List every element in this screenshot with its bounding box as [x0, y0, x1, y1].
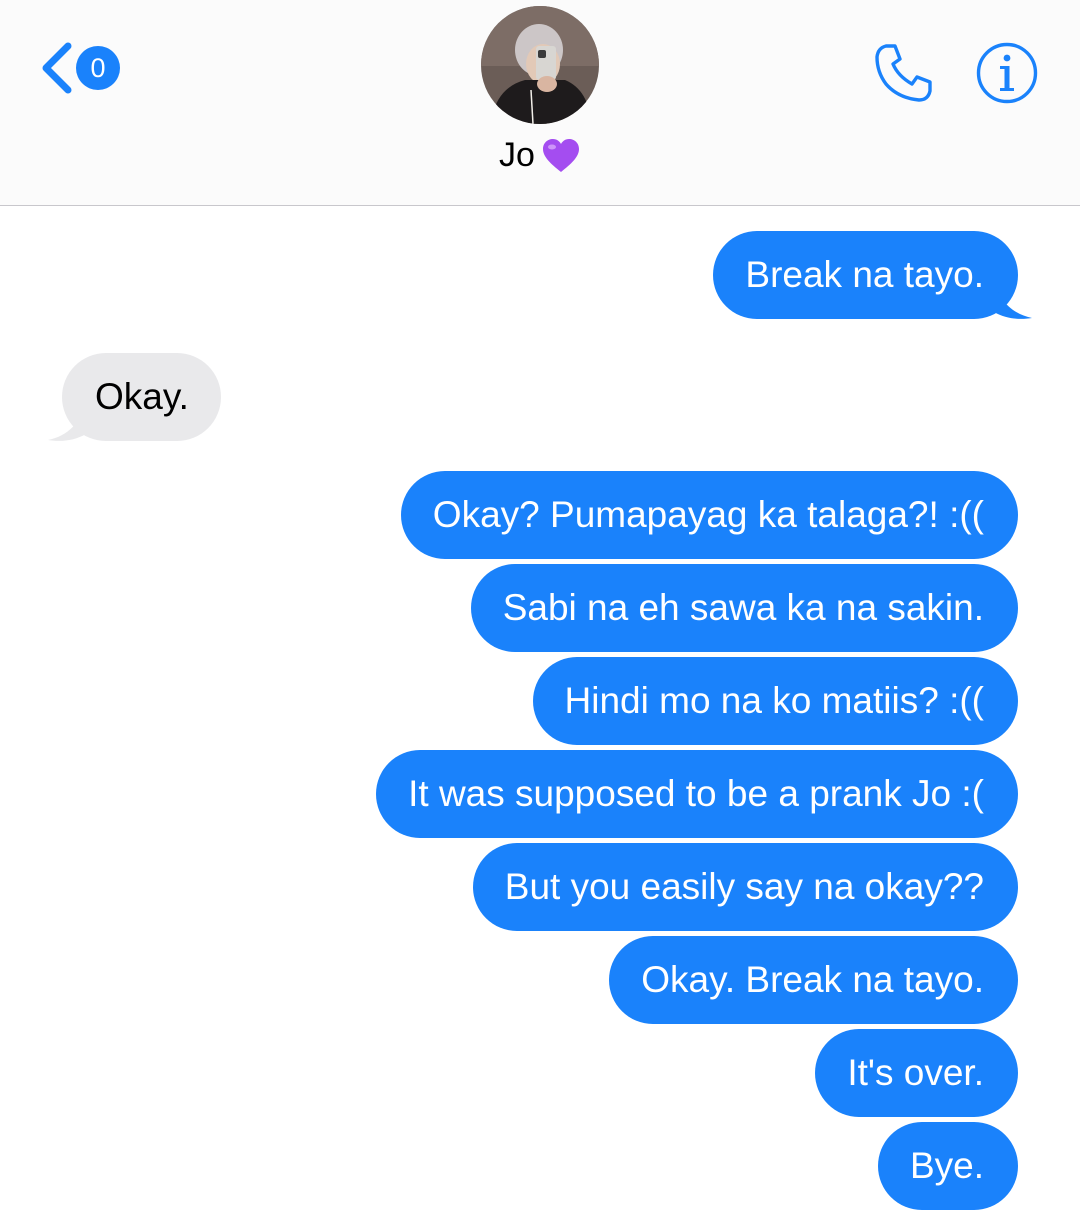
contact-name-text: Jo: [499, 136, 535, 174]
back-button[interactable]: 0: [36, 40, 126, 96]
message-thread[interactable]: Break na tayo. Okay. Okay? Pumapayag ka …: [0, 206, 1080, 1213]
message-bubble-outgoing[interactable]: Bye.: [877, 1122, 1018, 1210]
message-bubble-outgoing[interactable]: Okay? Pumapayag ka talaga?! :((: [400, 471, 1018, 559]
avatar[interactable]: [481, 6, 599, 124]
unread-count-badge: 0: [76, 46, 120, 90]
message-bubble-outgoing[interactable]: Sabi na eh sawa ka na sakin.: [470, 564, 1018, 652]
message-bubble-outgoing[interactable]: But you easily say na okay??: [472, 843, 1018, 931]
bubble-tail: [994, 278, 1032, 319]
message-bubble-outgoing[interactable]: Break na tayo.: [713, 231, 1018, 319]
avatar-photo: [481, 6, 599, 124]
message-bubble-outgoing[interactable]: Hindi mo na ko matiis? :((: [532, 657, 1018, 745]
message-bubble-outgoing[interactable]: Okay. Break na tayo.: [609, 936, 1018, 1024]
conversation-header: 0 Jo: [0, 0, 1080, 206]
info-icon[interactable]: [976, 42, 1038, 104]
message-bubble-outgoing[interactable]: It's over.: [815, 1029, 1018, 1117]
bubble-tail: [48, 400, 86, 441]
purple-heart-icon: [542, 138, 579, 172]
message-bubble-outgoing[interactable]: It was supposed to be a prank Jo :(: [376, 750, 1018, 838]
contact-name[interactable]: Jo: [0, 136, 1080, 175]
chevron-left-icon: [42, 42, 72, 94]
phone-icon[interactable]: [872, 40, 938, 106]
